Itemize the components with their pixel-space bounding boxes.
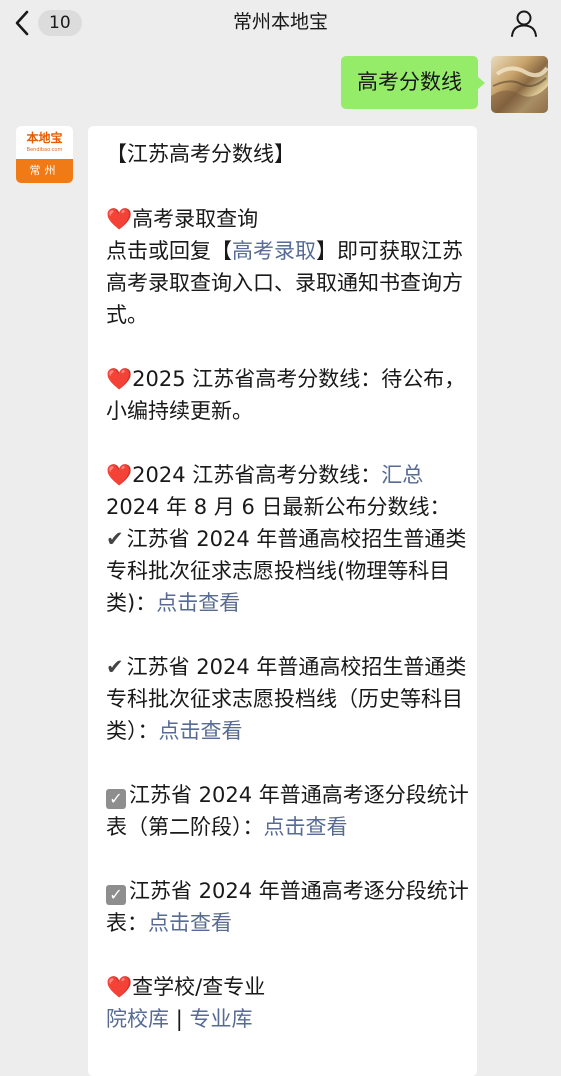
chat-area[interactable]: 高考分数线 本地宝 Bendibao.com 常州 【江苏高考分数线】 ❤️高考… xyxy=(0,46,561,1076)
logo-site: Bendibao.com xyxy=(26,147,63,153)
section-2025: ❤️2025 江苏省高考分数线：待公布，小编持续更新。 xyxy=(106,363,469,427)
person-icon xyxy=(511,10,537,37)
query-heading: 高考录取查询 xyxy=(132,207,259,231)
top-bar: 10 常州本地宝 xyxy=(0,0,561,46)
y2024-heading: 2024 江苏省高考分数线： xyxy=(132,463,382,487)
logo-title: 本地宝 xyxy=(26,131,63,145)
query-text-prefix: 点击或回复【 xyxy=(106,239,232,263)
message-title: 【江苏高考分数线】 xyxy=(106,142,295,166)
link-view-item1[interactable]: 点击查看 xyxy=(156,591,240,615)
incoming-message-bubble[interactable]: 【江苏高考分数线】 ❤️高考录取查询 点击或回复【高考录取】即可获取江苏高考录取… xyxy=(88,126,477,1076)
checkmark-icon: ✔ xyxy=(106,655,124,679)
avatar-image xyxy=(491,66,548,113)
link-separator: | xyxy=(175,1007,183,1031)
logo-city: 常州 xyxy=(16,159,73,183)
section-school: ❤️查学校/查专业 院校库 | 专业库 xyxy=(106,971,469,1035)
section-item4: ✓ 江苏省 2024 年普通高考逐分段统计表：点击查看 xyxy=(106,875,469,939)
page-title: 常州本地宝 xyxy=(232,11,328,33)
sender-avatar[interactable]: 本地宝 Bendibao.com 常州 xyxy=(16,126,73,183)
outgoing-message-bubble[interactable]: 高考分数线 xyxy=(341,56,485,109)
link-admission-query[interactable]: 高考录取 xyxy=(232,239,316,263)
school-heading: 查学校/查专业 xyxy=(132,975,266,999)
check-box-icon: ✓ xyxy=(106,789,126,809)
link-view-item2[interactable]: 点击查看 xyxy=(159,719,243,743)
section-2024: ❤️2024 江苏省高考分数线：汇总 2024 年 8 月 6 日最新公布分数线… xyxy=(106,459,469,619)
y2025-text: 2025 江苏省高考分数线：待公布，小编持续更新。 xyxy=(106,367,466,423)
heart-icon: ❤️ xyxy=(106,975,133,999)
y2024-subline: 2024 年 8 月 6 日最新公布分数线： xyxy=(106,495,451,519)
check-box-icon: ✓ xyxy=(106,885,126,905)
heart-icon: ❤️ xyxy=(106,463,133,487)
outgoing-message-text: 高考分数线 xyxy=(357,70,462,94)
link-college-database[interactable]: 院校库 xyxy=(106,1007,169,1031)
link-major-database[interactable]: 专业库 xyxy=(189,1007,252,1031)
section-query: ❤️高考录取查询 点击或回复【高考录取】即可获取江苏高考录取查询入口、录取通知书… xyxy=(106,203,469,331)
link-view-item4[interactable]: 点击查看 xyxy=(148,911,232,935)
my-avatar[interactable] xyxy=(491,56,548,113)
link-summary[interactable]: 汇总 xyxy=(381,463,423,487)
section-item2: ✔ 江苏省 2024 年普通高校招生普通类专科批次征求志愿投档线（历史等科目类）：… xyxy=(106,651,469,747)
heart-icon: ❤️ xyxy=(106,367,133,391)
profile-button[interactable] xyxy=(509,8,539,42)
heart-icon: ❤️ xyxy=(106,207,133,231)
section-item3: ✓ 江苏省 2024 年普通高考逐分段统计表（第二阶段）：点击查看 xyxy=(106,779,469,843)
link-view-item3[interactable]: 点击查看 xyxy=(264,815,348,839)
checkmark-icon: ✔ xyxy=(106,527,124,551)
